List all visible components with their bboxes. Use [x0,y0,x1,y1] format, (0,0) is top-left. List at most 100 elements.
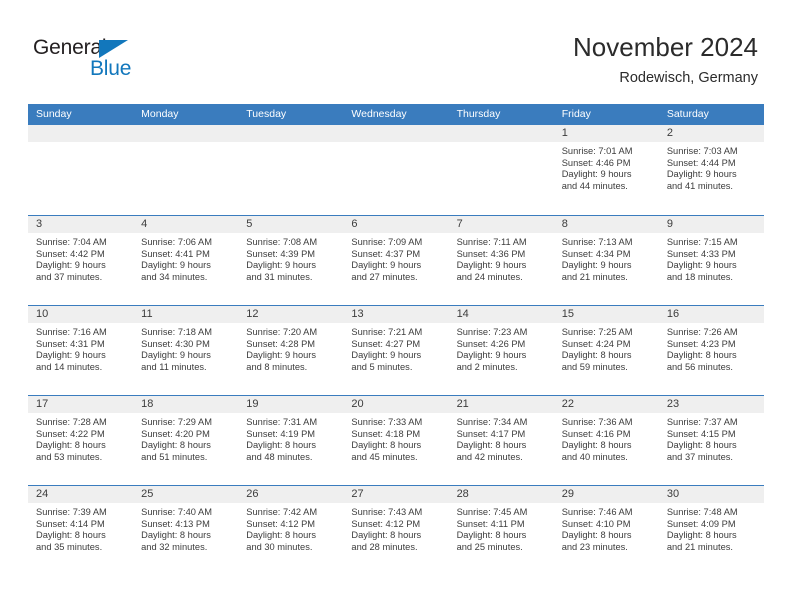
calendar-day-cell[interactable]: 4 Sunrise: 7:06 AM Sunset: 4:41 PM Daylight… [133,216,239,305]
daylight-duration-line1: Daylight: 9 hours [666,260,737,271]
sunset-time: Sunset: 4:44 PM [666,157,736,168]
calendar-day-cell[interactable]: 12 Sunrise: 7:20 AM Sunset: 4:28 PM Dayligh… [238,306,344,395]
calendar-day-cell[interactable]: 29 Sunrise: 7:46 AM Sunset: 4:10 PM Dayligh… [553,486,659,575]
sunrise-time: Sunrise: 7:40 AM [141,507,212,517]
triangle-logo-icon [99,40,128,58]
daylight-duration-line1: Daylight: 8 hours [456,440,527,451]
weekday-header-wednesday: Wednesday [351,108,407,120]
calendar-day-cell[interactable]: 11 Sunrise: 7:18 AM Sunset: 4:30 PM Dayligh… [133,306,239,395]
generalblue-logo[interactable]: General Blue [33,36,153,84]
calendar-day-cell[interactable]: 24 Sunrise: 7:39 AM Sunset: 4:14 PM Dayligh… [28,486,134,575]
daylight-duration-line1: Daylight: 9 hours [456,260,527,271]
page-subtitle: Rodewisch, Germany [619,70,758,86]
daylight-duration-line2: and 32 minutes. [141,541,208,552]
day-details: Sunrise: 7:03 AM Sunset: 4:44 PM Daylight:… [659,142,764,192]
calendar-day-cell[interactable]: 7 Sunrise: 7:11 AM Sunset: 4:36 PM Daylight… [448,216,554,305]
sunset-time: Sunset: 4:13 PM [141,518,210,529]
sunrise-time: Sunrise: 7:08 AM [246,237,318,247]
sunrise-time: Sunrise: 7:45 AM [456,507,528,517]
calendar-day-cell[interactable]: 9 Sunrise: 7:15 AM Sunset: 4:33 PM Daylight… [658,216,764,305]
calendar-day-cell[interactable]: 27 Sunrise: 7:43 AM Sunset: 4:12 PM Dayligh… [343,486,449,575]
calendar-day-cell[interactable]: 1 Sunrise: 7:01 AM Sunset: 4:46 PM Daylight… [553,125,659,215]
daylight-duration-line1: Daylight: 8 hours [456,530,527,541]
calendar-day-cell[interactable]: 28 Sunrise: 7:45 AM Sunset: 4:11 PM Dayligh… [448,486,554,575]
calendar-day-cell[interactable]: 3 Sunrise: 7:04 AM Sunset: 4:42 PM Daylight… [28,216,134,305]
daylight-duration-line1: Daylight: 9 hours [561,260,632,271]
calendar-day-cell[interactable]: 14 Sunrise: 7:23 AM Sunset: 4:26 PM Dayligh… [448,306,554,395]
day-details: Sunrise: 7:25 AM Sunset: 4:24 PM Daylight:… [554,323,659,373]
calendar-day-cell[interactable]: 8 Sunrise: 7:13 AM Sunset: 4:34 PM Daylight… [553,216,659,305]
day-number: 20 [343,396,449,413]
day-details: Sunrise: 7:37 AM Sunset: 4:15 PM Daylight:… [659,413,764,463]
daylight-duration-line2: and 37 minutes. [36,271,103,282]
sunrise-time: Sunrise: 7:04 AM [36,237,107,247]
daylight-duration-line1: Daylight: 8 hours [666,350,737,361]
daylight-duration-line1: Daylight: 8 hours [561,350,632,361]
calendar-day-cell[interactable]: 5 Sunrise: 7:08 AM Sunset: 4:39 PM Daylight… [238,216,344,305]
day-number: 11 [133,306,239,323]
day-number: 23 [658,396,764,413]
sunrise-time: Sunrise: 7:42 AM [246,507,318,517]
calendar-day-cell[interactable]: 26 Sunrise: 7:42 AM Sunset: 4:12 PM Dayligh… [238,486,344,575]
day-number: 14 [448,306,554,323]
sunrise-time: Sunrise: 7:03 AM [666,146,738,156]
calendar-day-cell[interactable]: 18 Sunrise: 7:29 AM Sunset: 4:20 PM Dayligh… [133,396,239,485]
calendar-day-cell[interactable]: 30 Sunrise: 7:48 AM Sunset: 4:09 PM Dayligh… [658,486,764,575]
sunrise-time: Sunrise: 7:21 AM [351,327,423,337]
logo-text-blue: Blue [90,57,132,80]
daylight-duration-line1: Daylight: 8 hours [141,440,211,451]
daylight-duration-line1: Daylight: 8 hours [246,440,317,451]
calendar-day-cell[interactable]: 6 Sunrise: 7:09 AM Sunset: 4:37 PM Daylight… [343,216,449,305]
sunset-time: Sunset: 4:37 PM [351,248,421,259]
calendar-week-row: 24 Sunrise: 7:39 AM Sunset: 4:14 PM Dayligh… [28,485,764,575]
sunset-time: Sunset: 4:17 PM [456,428,526,439]
sunset-time: Sunset: 4:46 PM [561,157,631,168]
calendar-day-cell[interactable]: 17 Sunrise: 7:28 AM Sunset: 4:22 PM Dayligh… [28,396,134,485]
calendar-day-cell[interactable]: 19 Sunrise: 7:31 AM Sunset: 4:19 PM Dayligh… [238,396,344,485]
sunset-time: Sunset: 4:15 PM [666,428,736,439]
sunset-time: Sunset: 4:12 PM [246,518,316,529]
sunrise-time: Sunrise: 7:37 AM [666,417,738,427]
calendar-day-cell[interactable]: 21 Sunrise: 7:34 AM Sunset: 4:17 PM Dayligh… [448,396,554,485]
sunrise-time: Sunrise: 7:28 AM [36,417,107,427]
calendar-day-cell[interactable]: 16 Sunrise: 7:26 AM Sunset: 4:23 PM Dayligh… [658,306,764,395]
calendar-day-cell[interactable]: 20 Sunrise: 7:33 AM Sunset: 4:18 PM Dayligh… [343,396,449,485]
daylight-duration-line2: and 21 minutes. [561,271,628,282]
day-details: Sunrise: 7:28 AM Sunset: 4:22 PM Daylight:… [28,413,133,463]
daylight-duration-line1: Daylight: 9 hours [36,350,106,361]
calendar-week-row: 3 Sunrise: 7:04 AM Sunset: 4:42 PM Daylight… [28,215,764,305]
sunset-time: Sunset: 4:24 PM [561,338,631,349]
calendar-day-cell[interactable]: 22 Sunrise: 7:36 AM Sunset: 4:16 PM Dayligh… [553,396,659,485]
calendar-day-cell[interactable]: 15 Sunrise: 7:25 AM Sunset: 4:24 PM Dayligh… [553,306,659,395]
day-details: Sunrise: 7:42 AM Sunset: 4:12 PM Daylight:… [238,503,343,553]
daylight-duration-line2: and 40 minutes. [561,451,628,462]
calendar-day-cell[interactable]: 13 Sunrise: 7:21 AM Sunset: 4:27 PM Dayligh… [343,306,449,395]
calendar-day-cell[interactable]: 25 Sunrise: 7:40 AM Sunset: 4:13 PM Dayligh… [133,486,239,575]
sunrise-time: Sunrise: 7:09 AM [351,237,423,247]
day-number: 1 [553,125,659,142]
daylight-duration-line2: and 18 minutes. [666,271,733,282]
day-number: 4 [133,216,239,233]
calendar-day-cell[interactable]: 23 Sunrise: 7:37 AM Sunset: 4:15 PM Dayligh… [658,396,764,485]
daylight-duration-line1: Daylight: 9 hours [351,260,422,271]
day-number: 12 [238,306,344,323]
sunset-time: Sunset: 4:14 PM [36,518,105,529]
sunset-time: Sunset: 4:23 PM [666,338,736,349]
calendar-day-cell[interactable]: 10 Sunrise: 7:16 AM Sunset: 4:31 PM Dayligh… [28,306,134,395]
calendar-day-cell[interactable]: 2 Sunrise: 7:03 AM Sunset: 4:44 PM Daylight… [658,125,764,215]
daylight-duration-line1: Daylight: 9 hours [36,260,106,271]
daylight-duration-line2: and 2 minutes. [456,361,518,372]
day-details: Sunrise: 7:16 AM Sunset: 4:31 PM Daylight:… [28,323,133,373]
day-details: Sunrise: 7:40 AM Sunset: 4:13 PM Daylight:… [133,503,238,553]
sunrise-time: Sunrise: 7:18 AM [141,327,212,337]
day-number: 30 [658,486,764,503]
day-details: Sunrise: 7:20 AM Sunset: 4:28 PM Daylight:… [238,323,343,373]
sunrise-time: Sunrise: 7:13 AM [561,237,633,247]
day-details: Sunrise: 7:48 AM Sunset: 4:09 PM Daylight:… [659,503,764,553]
day-number: 15 [553,306,659,323]
sunset-time: Sunset: 4:28 PM [246,338,316,349]
sunset-time: Sunset: 4:12 PM [351,518,421,529]
sunrise-time: Sunrise: 7:39 AM [36,507,107,517]
sunset-time: Sunset: 4:11 PM [456,518,525,529]
sunrise-time: Sunrise: 7:43 AM [351,507,423,517]
